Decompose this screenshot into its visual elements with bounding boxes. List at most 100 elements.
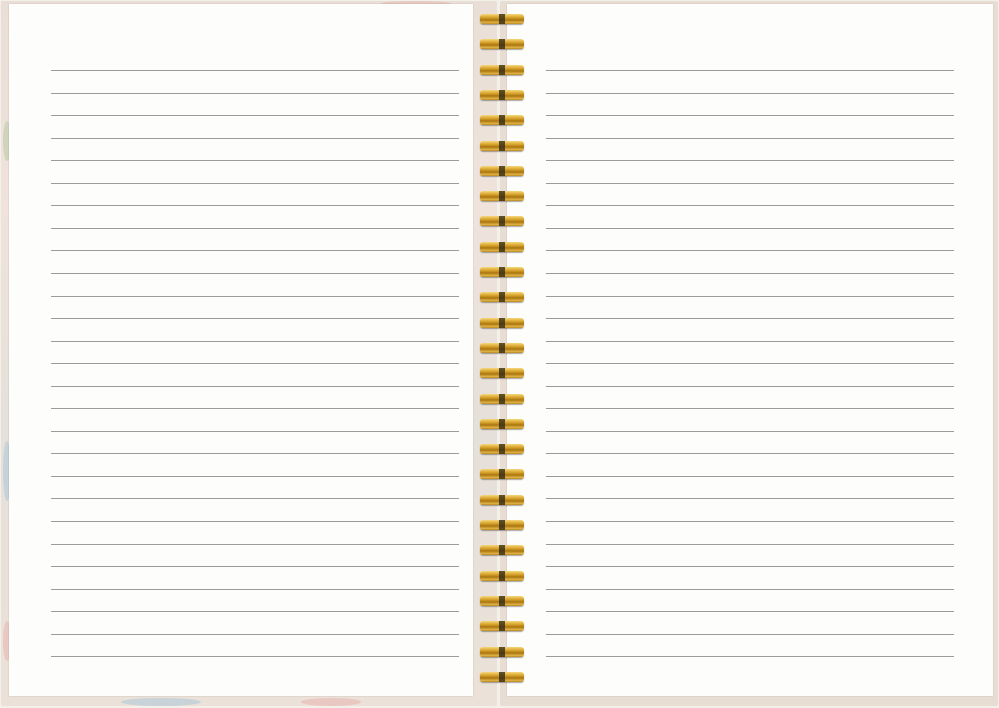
- ruled-line: [51, 205, 459, 206]
- spiral-coil: [480, 14, 526, 26]
- ruled-line: [546, 431, 954, 432]
- ruled-line: [51, 544, 459, 545]
- wire-gap: [499, 65, 505, 75]
- spiral-coil: [480, 90, 526, 102]
- ruled-line: [546, 138, 954, 139]
- ruled-line: [51, 408, 459, 409]
- ruled-line: [546, 566, 954, 567]
- wire-gap: [499, 90, 505, 100]
- spiral-coil: [480, 419, 526, 431]
- wire-gap: [499, 39, 505, 49]
- ruled-line: [51, 656, 459, 657]
- spiral-coil: [480, 267, 526, 279]
- ruled-line: [546, 453, 954, 454]
- floral-blossom: [301, 698, 361, 706]
- open-notebook: [0, 0, 999, 708]
- ruled-line: [51, 363, 459, 364]
- ruled-line: [51, 183, 459, 184]
- ruled-line: [51, 566, 459, 567]
- ruled-line: [546, 589, 954, 590]
- ruled-line: [51, 93, 459, 94]
- ruled-line: [546, 634, 954, 635]
- wire-gap: [499, 596, 505, 606]
- spiral-binding: [476, 0, 528, 708]
- wire-gap: [499, 571, 505, 581]
- spiral-coil: [480, 394, 526, 406]
- ruled-line: [546, 341, 954, 342]
- wire-gap: [499, 495, 505, 505]
- ruled-line: [546, 70, 954, 71]
- wire-gap: [499, 292, 505, 302]
- spiral-coil: [480, 672, 526, 684]
- ruled-line: [51, 498, 459, 499]
- wire-gap: [499, 191, 505, 201]
- wire-gap: [499, 115, 505, 125]
- ruled-line: [51, 138, 459, 139]
- spiral-coil: [480, 115, 526, 127]
- wire-gap: [499, 141, 505, 151]
- ruled-line: [51, 70, 459, 71]
- spiral-coil: [480, 216, 526, 228]
- ruled-line: [546, 205, 954, 206]
- right-lined-page: [507, 4, 993, 696]
- ruled-line: [546, 408, 954, 409]
- ruled-line: [51, 318, 459, 319]
- wire-gap: [499, 318, 505, 328]
- spiral-coil: [480, 343, 526, 355]
- ruled-line: [546, 521, 954, 522]
- spiral-coil: [480, 242, 526, 254]
- spiral-coil: [480, 141, 526, 153]
- wire-gap: [499, 545, 505, 555]
- wire-gap: [499, 394, 505, 404]
- ruled-line: [546, 611, 954, 612]
- ruled-line: [546, 183, 954, 184]
- wire-gap: [499, 444, 505, 454]
- ruled-line: [51, 160, 459, 161]
- ruled-line: [51, 634, 459, 635]
- wire-gap: [499, 14, 505, 24]
- spiral-coil: [480, 65, 526, 77]
- ruled-line: [546, 544, 954, 545]
- ruled-line: [51, 521, 459, 522]
- ruled-line: [51, 476, 459, 477]
- ruled-line: [51, 341, 459, 342]
- wire-gap: [499, 216, 505, 226]
- ruled-line: [51, 115, 459, 116]
- spiral-coil: [480, 647, 526, 659]
- wire-gap: [499, 469, 505, 479]
- ruled-line: [51, 250, 459, 251]
- wire-gap: [499, 166, 505, 176]
- spiral-coil: [480, 571, 526, 583]
- spiral-coil: [480, 596, 526, 608]
- ruled-line: [546, 250, 954, 251]
- wire-gap: [499, 368, 505, 378]
- ruled-line: [546, 386, 954, 387]
- wire-gap: [499, 267, 505, 277]
- spiral-coil: [480, 191, 526, 203]
- left-lined-page: [9, 4, 473, 696]
- ruled-line: [51, 296, 459, 297]
- wire-gap: [499, 672, 505, 682]
- spiral-coil: [480, 368, 526, 380]
- ruled-line: [546, 363, 954, 364]
- spiral-coil: [480, 444, 526, 456]
- ruled-line: [546, 273, 954, 274]
- ruled-line: [546, 93, 954, 94]
- spiral-coil: [480, 495, 526, 507]
- ruled-line: [546, 115, 954, 116]
- ruled-line: [51, 589, 459, 590]
- ruled-line: [546, 476, 954, 477]
- ruled-line: [546, 296, 954, 297]
- ruled-line: [51, 431, 459, 432]
- wire-gap: [499, 343, 505, 353]
- ruled-line: [51, 386, 459, 387]
- spiral-coil: [480, 318, 526, 330]
- ruled-line: [51, 611, 459, 612]
- ruled-line: [546, 228, 954, 229]
- wire-gap: [499, 419, 505, 429]
- spiral-coil: [480, 166, 526, 178]
- ruled-line: [51, 273, 459, 274]
- wire-gap: [499, 520, 505, 530]
- spiral-coil: [480, 292, 526, 304]
- ruled-line: [546, 318, 954, 319]
